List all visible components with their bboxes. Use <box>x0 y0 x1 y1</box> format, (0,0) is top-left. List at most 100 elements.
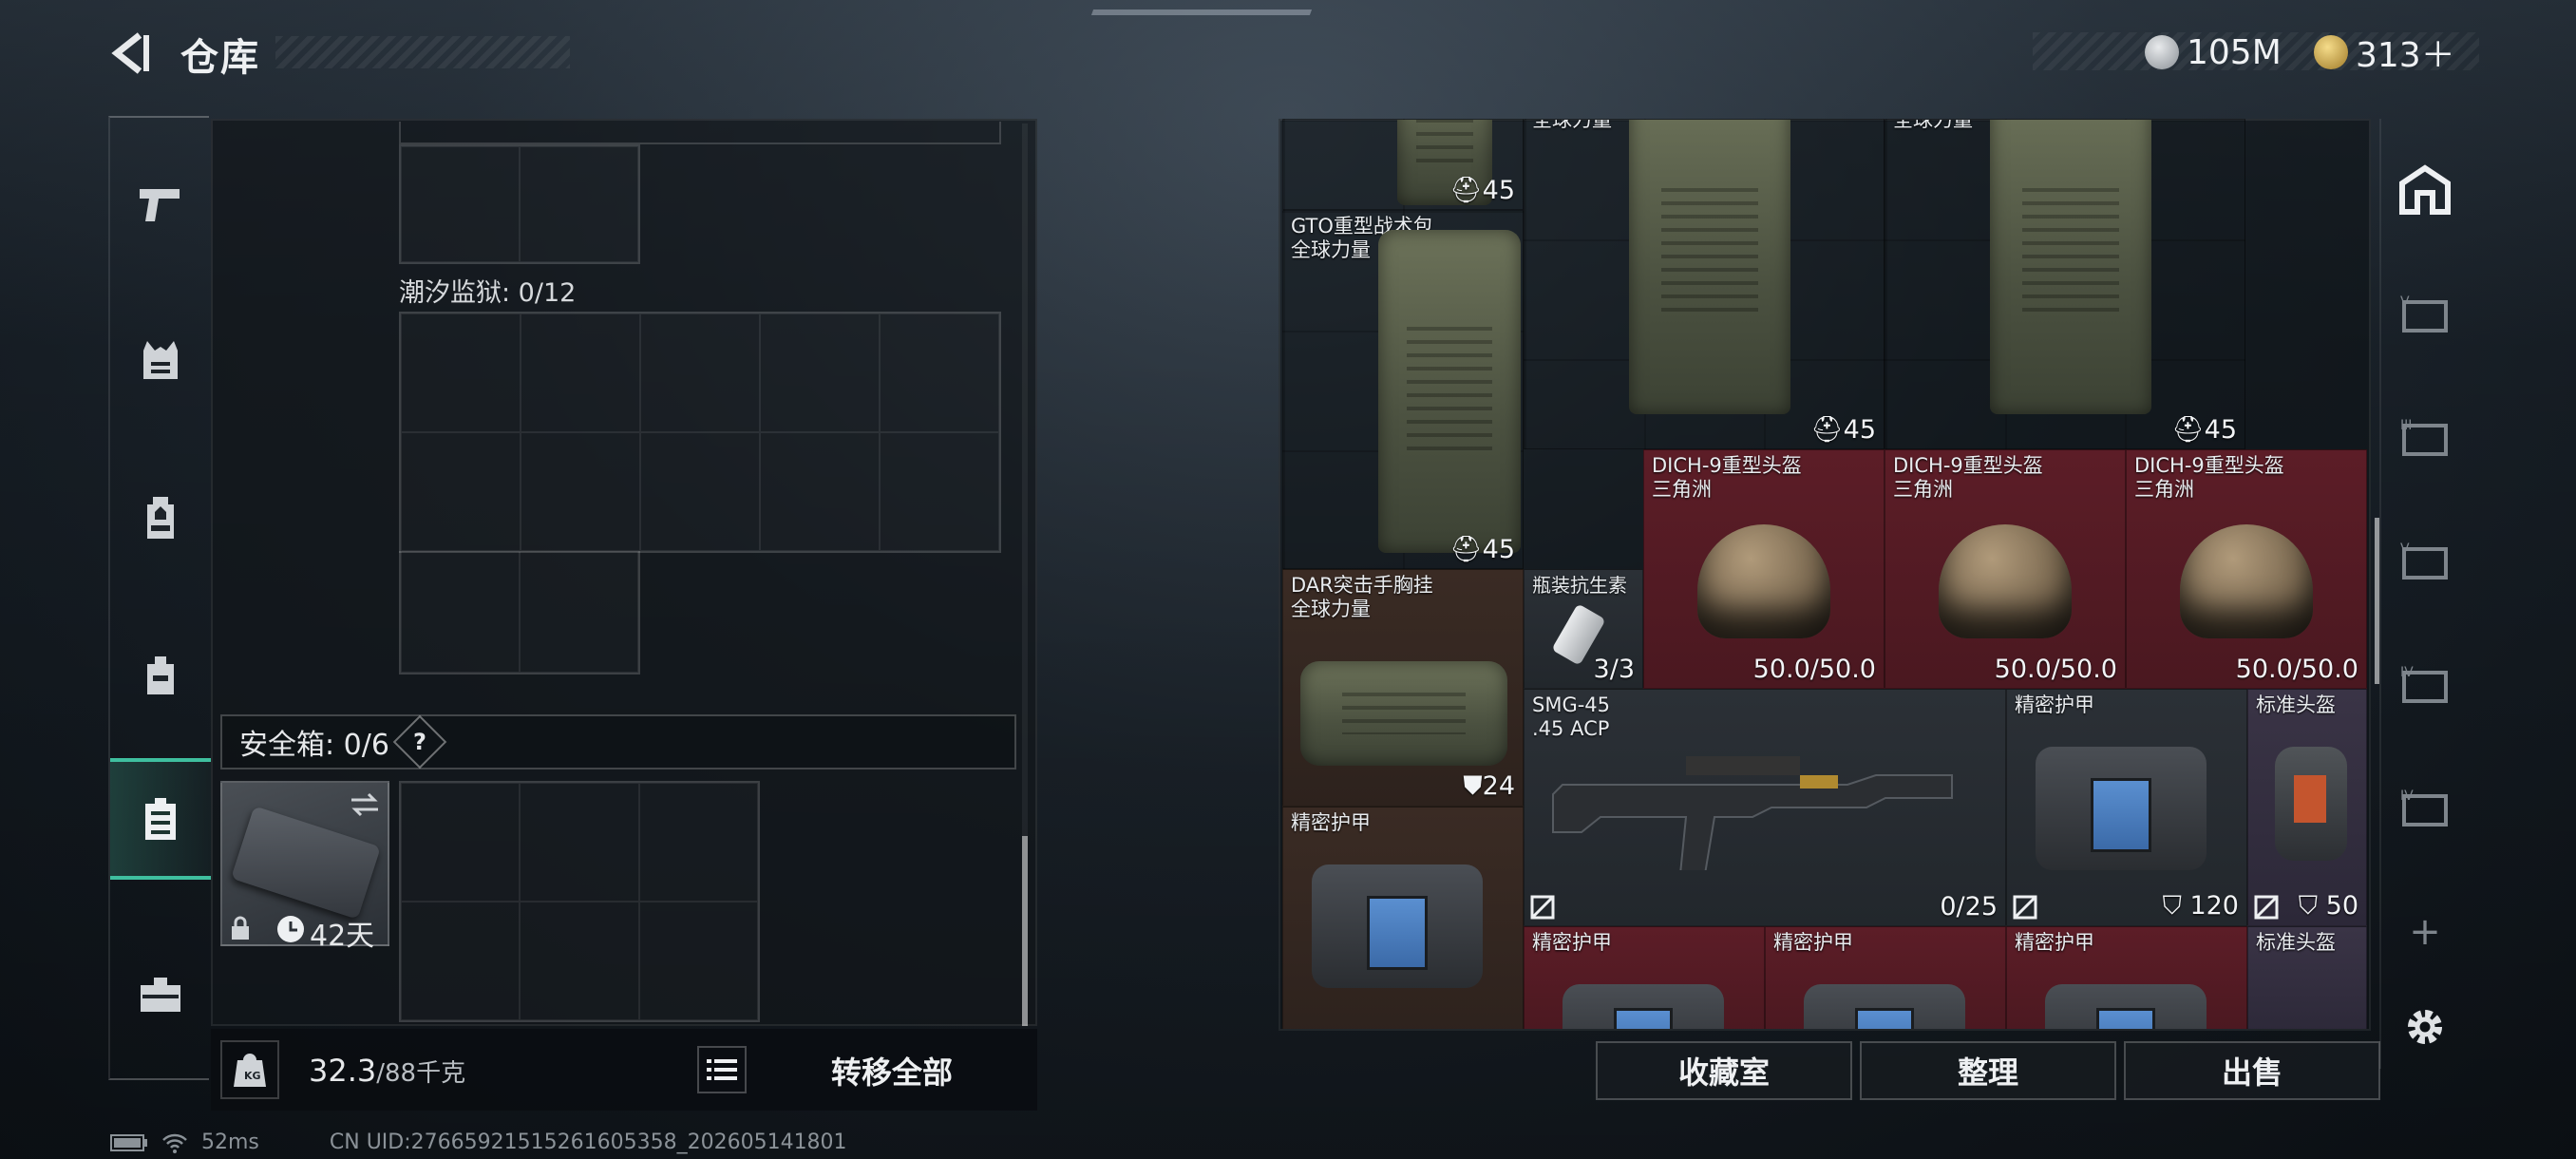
helmet-image <box>2180 524 2313 638</box>
swap-icon[interactable] <box>348 790 382 819</box>
unequipped-icon <box>1530 895 1555 920</box>
stash-tab-4[interactable]: IV <box>2391 651 2459 719</box>
help-button[interactable]: ? <box>392 714 447 770</box>
stash-item-armor-5[interactable]: 精密护甲 <box>2006 926 2247 1029</box>
stash-tabs-bar: V III V IV IV + <box>2379 119 2467 1069</box>
item-durability: 50.0/50.0 <box>2235 655 2358 684</box>
weight-small-icon: ⛑ <box>1449 176 1483 205</box>
safebox-case-item[interactable]: 42天 <box>220 781 389 953</box>
uid-text: CN UID:27665921515261605358_202605141801 <box>329 1130 847 1154</box>
shield-icon: ⛉ <box>2298 891 2319 921</box>
stash-item-armor-1[interactable]: 精密护甲 ⛉ 120 <box>2006 689 2247 926</box>
stash-item-helmet-2[interactable]: DICH-9重型头盔 三角洲 50.0/50.0 <box>1885 449 2126 689</box>
stash-item-helmet-3[interactable]: DICH-9重型头盔 三角洲 50.0/50.0 <box>2126 449 2367 689</box>
armor-image <box>2045 984 2207 1029</box>
weight-small-icon: ⛑ <box>1810 415 1844 445</box>
left-scrollbar-thumb[interactable] <box>1022 836 1028 1026</box>
gear-icon <box>2408 1010 2442 1044</box>
silver-coin-icon <box>2145 35 2179 69</box>
stash-item-std-helmet-1[interactable]: 标准头盔 ⛉ 50 <box>2247 689 2367 926</box>
currency-silver[interactable]: 105M <box>2145 28 2282 76</box>
item-sub: 全球力量 <box>1291 598 1371 620</box>
stash-item-gto-pack[interactable]: GTO重型战术包 全球力量 ⛑45 <box>1282 210 1524 569</box>
stash-item-armor-2[interactable]: 精密护甲 <box>1282 807 1524 1029</box>
settings-button[interactable] <box>2391 993 2459 1061</box>
stash-item-armor-3[interactable]: 精密护甲 <box>1524 926 1765 1029</box>
stash-tab-5[interactable]: V <box>2391 280 2459 349</box>
stash-iv-icon: IV <box>2400 788 2448 826</box>
armor-image <box>2036 747 2207 870</box>
stash-item-smg45[interactable]: SMG-45.45 ACP 0/25 <box>1524 689 2006 926</box>
gold-amount: 313＋ <box>2356 36 2455 75</box>
svg-text:IV: IV <box>2400 788 2414 804</box>
stash-tab-main[interactable] <box>2391 157 2459 225</box>
nav-backpack[interactable] <box>110 466 211 570</box>
stash-item-bag-top[interactable]: ⛑45 <box>1282 119 1524 210</box>
tide-prison-grid-extra[interactable] <box>399 551 640 674</box>
item-name: DICH-9重型头盔 <box>1893 454 2043 477</box>
sell-button[interactable]: 出售 <box>2124 1041 2380 1100</box>
case-icon <box>145 798 176 840</box>
stash-item-antibiotic[interactable]: 瓶装抗生素 3/3 <box>1524 569 1643 689</box>
item-sub: 三角洲 <box>1652 478 1712 501</box>
stash-tab-5b[interactable]: V <box>2391 527 2459 596</box>
stash-tab-4b[interactable]: IV <box>2391 774 2459 843</box>
back-button[interactable] <box>103 25 160 82</box>
item-durability: 50.0/50.0 <box>1994 655 2117 684</box>
organize-button[interactable]: 整理 <box>1860 1041 2116 1100</box>
list-view-button[interactable] <box>697 1046 747 1093</box>
stash-item-dar-rig[interactable]: DAR突击手胸挂 全球力量 ⛊24 <box>1282 569 1524 807</box>
ping-value: 52ms <box>201 1130 259 1154</box>
unequipped-icon <box>2254 895 2279 920</box>
nav-case[interactable] <box>110 758 211 880</box>
collection-room-button[interactable]: 收藏室 <box>1596 1041 1852 1100</box>
stash-v-icon: V <box>2400 294 2448 332</box>
item-durability: 50.0/50.0 <box>1752 655 1876 684</box>
upper-slot[interactable] <box>399 144 640 264</box>
stash-grid: ⛑45 全球力量 ⛑45 全球力量 ⛑45 GTO重型战术包 全球力量 ⛑45 D… <box>1282 119 2367 1029</box>
item-name: 精密护甲 <box>1532 931 1612 954</box>
item-value: 45 <box>1843 415 1876 445</box>
item-name: 瓶装抗生素 <box>1532 574 1627 597</box>
stash-item-pack-b[interactable]: 全球力量 ⛑45 <box>1524 119 1885 449</box>
svg-text:KG: KG <box>244 1070 261 1082</box>
safebox-grid[interactable] <box>399 781 760 1022</box>
stash-iv-icon: IV <box>2400 665 2448 703</box>
item-name: 标准头盔 <box>2256 931 2336 954</box>
lock-icon <box>232 916 249 940</box>
nav-toolbox[interactable] <box>110 942 211 1047</box>
silver-amount: 105M <box>2187 32 2282 72</box>
item-armor: 50 <box>2325 891 2358 921</box>
item-name: DICH-9重型头盔 <box>1652 454 1802 477</box>
backpack-icon <box>147 497 174 539</box>
stash-tab-3[interactable]: III <box>2391 404 2459 472</box>
item-name: SMG-45 <box>1532 694 1611 716</box>
list-icon <box>707 1059 737 1080</box>
item-count: 3/3 <box>1593 655 1635 684</box>
svg-text:IV: IV <box>2400 665 2414 680</box>
item-name: 全球力量 <box>1893 119 1973 131</box>
item-value: 24 <box>1482 771 1515 801</box>
item-sub: 三角洲 <box>1893 478 1953 501</box>
add-stash-button[interactable]: + <box>2391 898 2459 966</box>
stash-item-armor-4[interactable]: 精密护甲 <box>1765 926 2006 1029</box>
nav-bag[interactable] <box>110 623 211 728</box>
item-value: 45 <box>1482 535 1515 564</box>
status-bar: 52ms CN UID:27665921515261605358_2026051… <box>110 1130 847 1154</box>
stash-item-pack-c[interactable]: 全球力量 ⛑45 <box>1885 119 2245 449</box>
stash-item-std-helmet-2[interactable]: 标准头盔 <box>2247 926 2367 1029</box>
vest-icon <box>143 341 178 379</box>
transfer-all-button[interactable]: 转移全部 <box>760 1034 1035 1106</box>
wifi-icon <box>162 1133 187 1153</box>
safebox-label: 安全箱: 0/6 <box>239 729 389 762</box>
category-nav <box>108 116 211 1080</box>
collection-room-label: 收藏室 <box>1677 1054 1770 1091</box>
upper-slot-edge <box>399 122 1001 144</box>
nav-armor[interactable] <box>110 308 211 412</box>
helmet-image <box>1939 524 2072 638</box>
tide-prison-grid[interactable] <box>399 312 1001 553</box>
item-name: 精密护甲 <box>2015 694 2094 716</box>
nav-weapons[interactable] <box>110 152 211 256</box>
stash-item-helmet-1[interactable]: DICH-9重型头盔 三角洲 50.0/50.0 <box>1643 449 1885 689</box>
currency-gold[interactable]: 313＋ <box>2314 28 2455 76</box>
